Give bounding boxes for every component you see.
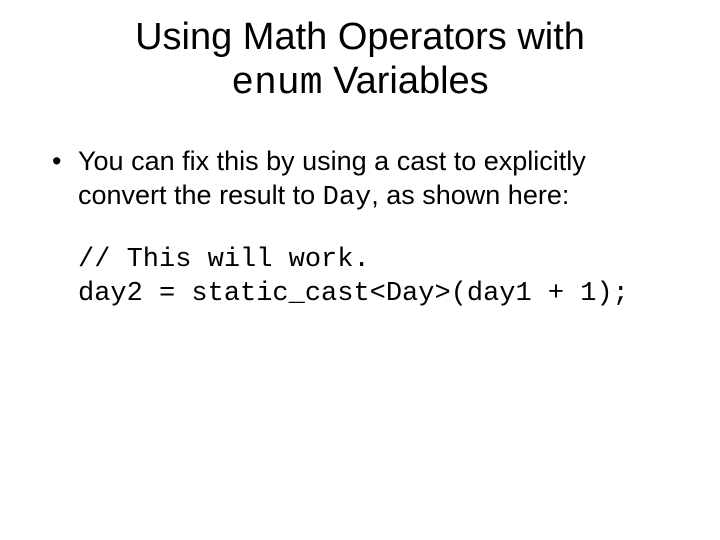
code-line-1: // This will work. [78, 245, 370, 275]
slide-body: You can fix this by using a cast to expl… [0, 105, 720, 311]
title-code: enum [231, 62, 322, 105]
code-line-2: day2 = static_cast<Day>(day1 + 1); [78, 279, 629, 309]
slide: Using Math Operators with enum Variables… [0, 0, 720, 540]
bullet-code: Day [323, 183, 372, 213]
bullet-list: You can fix this by using a cast to expl… [50, 145, 670, 216]
title-line2-post: Variables [323, 60, 489, 102]
slide-title: Using Math Operators with enum Variables [0, 0, 720, 105]
bullet-text-post: , as shown here: [371, 180, 569, 210]
title-line1: Using Math Operators with [135, 16, 585, 58]
code-block: // This will work. day2 = static_cast<Da… [50, 244, 670, 312]
bullet-item: You can fix this by using a cast to expl… [50, 145, 670, 216]
